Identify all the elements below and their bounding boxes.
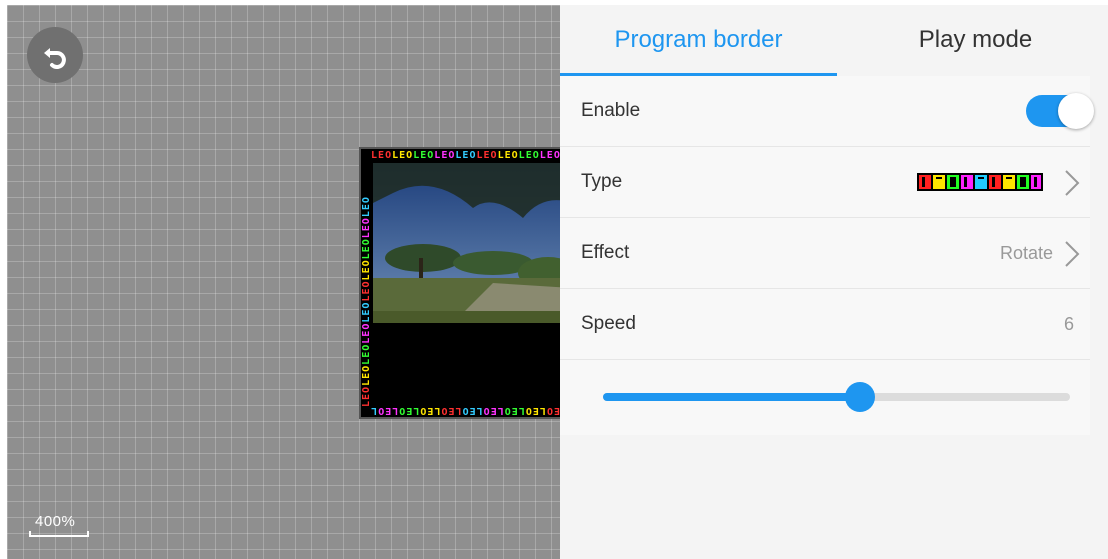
enable-row: Enable xyxy=(560,76,1094,147)
chevron-right-icon[interactable] xyxy=(1060,169,1084,197)
type-label: Type xyxy=(581,171,623,192)
effect-row[interactable]: Effect Rotate xyxy=(560,218,1090,289)
toggle-knob xyxy=(1058,93,1094,129)
border-left-text: LEOLEOLEOLEOLEOLEOLEOLEOLEOLEO xyxy=(362,196,372,407)
tab-program-border[interactable]: Program border xyxy=(560,5,837,75)
speed-row: Speed 6 xyxy=(560,289,1090,360)
tab-bar: Program border Play mode xyxy=(560,5,1108,76)
zoom-scale-bar xyxy=(29,531,89,537)
tab-play-mode[interactable]: Play mode xyxy=(837,5,1108,75)
effect-label: Effect xyxy=(581,242,630,263)
enable-toggle[interactable] xyxy=(1026,93,1094,129)
properties-panel: Program border Play mode Enable Type Eff… xyxy=(560,5,1108,559)
border-type-preview xyxy=(917,173,1043,191)
slider-fill xyxy=(603,393,860,401)
effect-value: Rotate xyxy=(999,242,1053,263)
undo-button[interactable] xyxy=(27,27,83,83)
border-bottom-text: LEOLEOLEOLEOLEOLEOLEOLEOLEOLEO xyxy=(371,405,560,415)
enable-label: Enable xyxy=(581,100,641,121)
editor-canvas[interactable]: LEOLEOLEOLEOLEOLEOLEOLEOLEO LEO LEOLEOLEO… xyxy=(7,5,560,559)
chevron-right-icon[interactable] xyxy=(1060,240,1084,268)
undo-icon xyxy=(44,48,66,69)
program-preview[interactable]: LEOLEOLEOLEOLEOLEOLEOLEOLEO LEO LEOLEOLEO… xyxy=(359,147,560,419)
program-image xyxy=(373,163,560,323)
zoom-label: 400% xyxy=(35,513,76,530)
border-settings-list: Enable Type Effect Rotate Speed 6 xyxy=(560,76,1094,435)
border-top-text: LEOLEOLEOLEOLEOLEOLEOLEOLEOLEO xyxy=(371,151,560,161)
speed-value: 6 xyxy=(1063,313,1074,334)
speed-label: Speed xyxy=(581,313,636,334)
speed-slider[interactable] xyxy=(560,360,1090,435)
type-row[interactable]: Type xyxy=(560,147,1090,218)
slider-thumb[interactable] xyxy=(844,382,875,412)
